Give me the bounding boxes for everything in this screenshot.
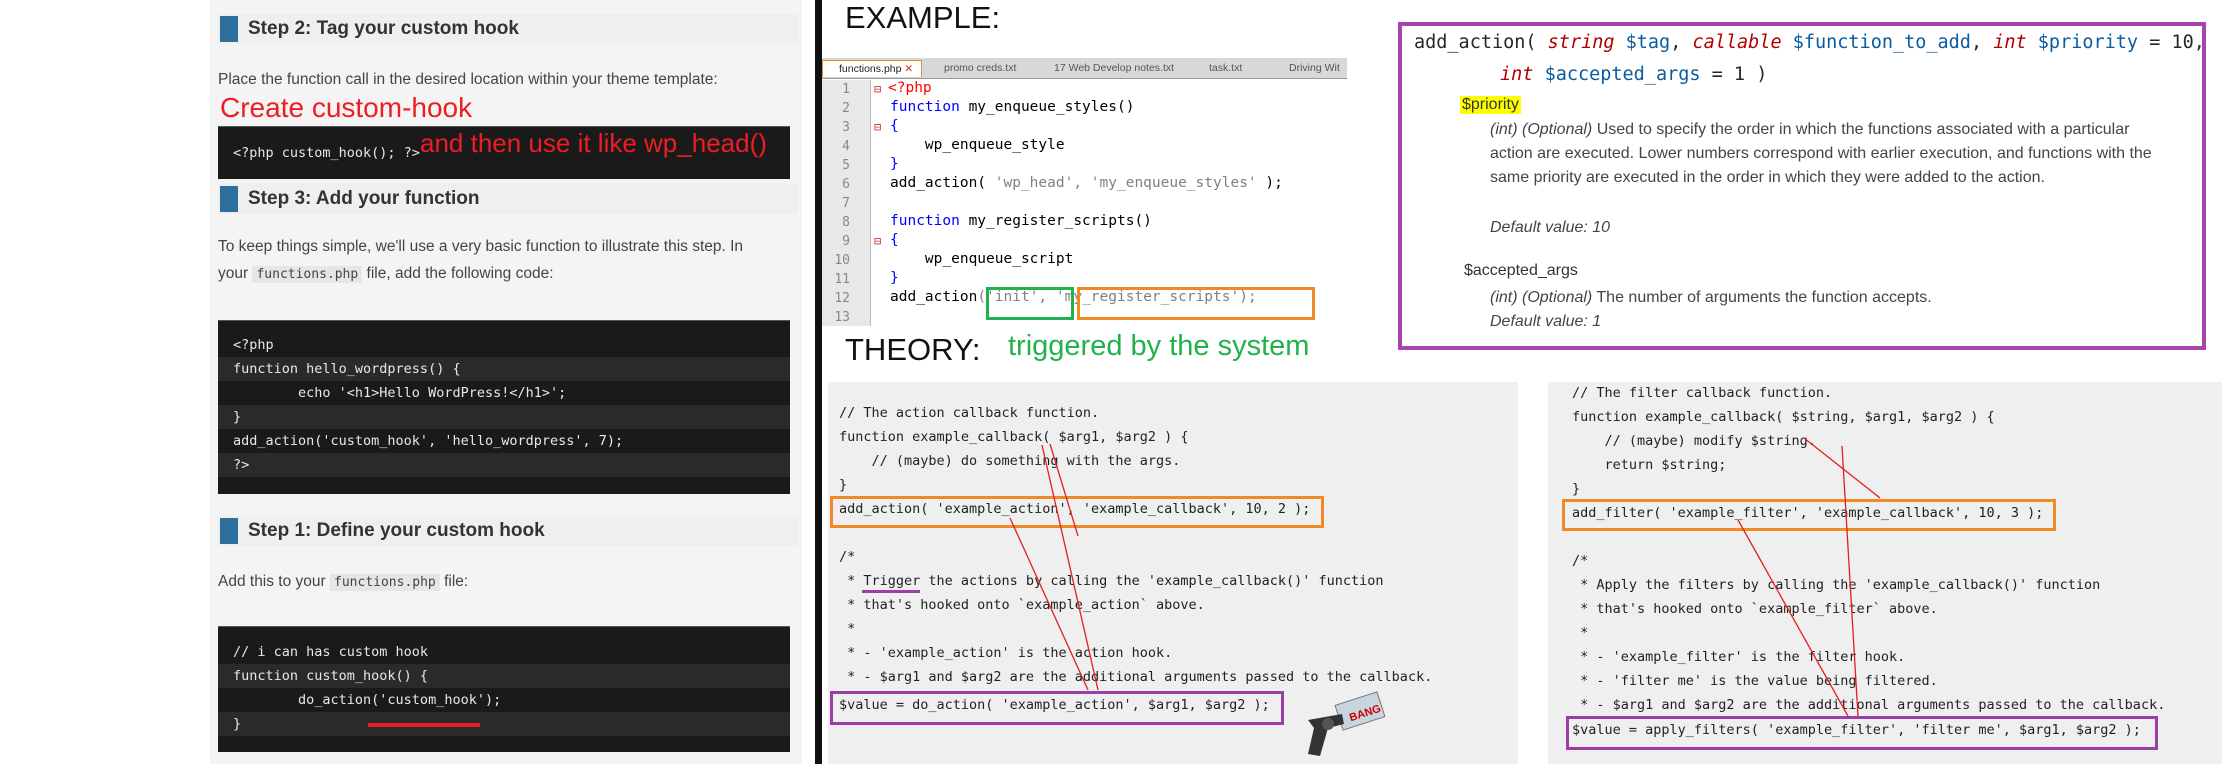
arrow-line: [1049, 443, 1079, 537]
arrow-line: [1737, 519, 1849, 717]
arrow-line: [1841, 445, 1859, 717]
arrow-line: [1009, 517, 1089, 691]
annotation-arrows: [1009, 437, 1881, 717]
arrow-line: [1041, 444, 1099, 691]
